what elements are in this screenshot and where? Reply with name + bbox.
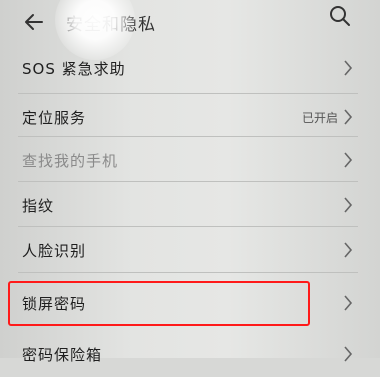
divider [18,272,358,273]
search-button[interactable] [328,4,352,28]
chevron-right-icon [344,152,353,168]
chevron-right-icon [344,295,353,311]
row-password-vault[interactable]: 密码保险箱 [0,331,380,377]
settings-screen: 安全和隐私 SOS 紧急求助 定位服务 已开启 查找我的手机 指纹 人脸识别 锁… [0,0,380,364]
back-button[interactable] [22,10,46,34]
back-arrow-icon [25,14,43,30]
top-bar: 安全和隐私 [0,0,380,44]
chevron-right-icon [344,242,353,258]
chevron-right-icon [344,60,353,76]
row-label: 密码保险箱 [22,346,103,364]
row-label: 定位服务 [22,109,87,127]
row-sos[interactable]: SOS 紧急求助 [0,45,380,91]
row-fingerprint[interactable]: 指纹 [0,182,380,228]
row-find-phone[interactable]: 查找我的手机 [0,137,380,183]
chevron-right-icon [344,197,353,213]
row-label: 查找我的手机 [22,152,119,170]
row-face-recognition[interactable]: 人脸识别 [0,227,380,273]
chevron-right-icon [344,346,353,362]
row-label: 人脸识别 [22,242,87,260]
chevron-right-icon [344,109,353,125]
status-value: 已开启 [301,111,338,125]
search-icon [330,6,350,26]
row-label: 指纹 [22,197,55,215]
row-location[interactable]: 定位服务 已开启 [0,94,380,140]
highlight-box [8,281,310,326]
page-title: 安全和隐私 [66,15,156,35]
row-label: SOS 紧急求助 [22,60,126,78]
